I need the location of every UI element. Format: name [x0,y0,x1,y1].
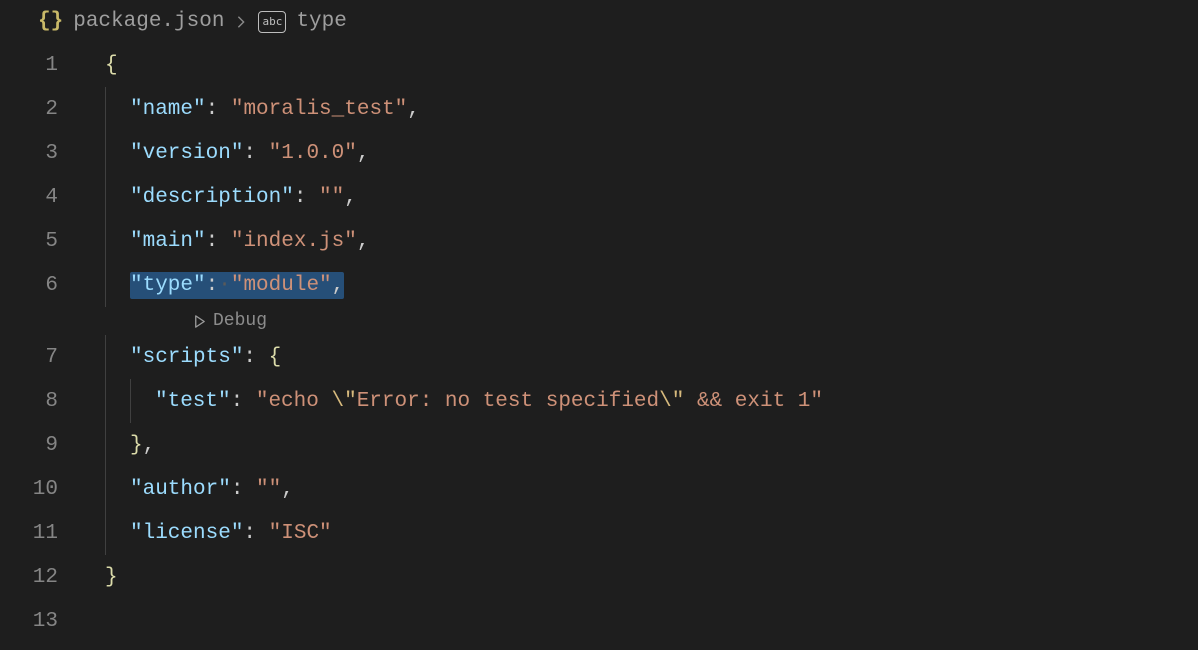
code-line[interactable]: 6 "type":·"module", [0,263,1198,307]
code-line[interactable]: 8 "test": "echo \"Error: no test specifi… [0,379,1198,423]
indent-guide [105,335,130,379]
line-number: 1 [0,54,80,77]
indent-guide [105,263,130,307]
chevron-right-icon [234,15,248,29]
code-line[interactable]: 2 "name": "moralis_test", [0,87,1198,131]
codelens[interactable]: Debug [0,307,1198,335]
code-line[interactable]: 5 "main": "index.js", [0,219,1198,263]
breadcrumb-file[interactable]: package.json [73,10,224,33]
code-line[interactable]: 3 "version": "1.0.0", [0,131,1198,175]
line-number: 12 [0,566,80,589]
line-number: 6 [0,274,80,297]
indent-guide [105,511,130,555]
indent-guide [130,379,155,423]
code-line[interactable]: 7 "scripts": { [0,335,1198,379]
code-line[interactable]: 12 } [0,555,1198,599]
code-line[interactable]: 4 "description": "", [0,175,1198,219]
string-symbol-icon: abc [258,11,286,33]
line-number: 4 [0,186,80,209]
play-icon [192,314,207,329]
indent-guide [105,467,130,511]
line-number: 9 [0,434,80,457]
line-number: 13 [0,610,80,633]
indent-guide [105,131,130,175]
indent-guide [105,379,130,423]
code-editor[interactable]: 1 { 2 "name": "moralis_test", 3 "version… [0,39,1198,643]
codelens-debug-label[interactable]: Debug [213,311,267,331]
breadcrumb: {} package.json abc type [0,0,1198,39]
line-number: 2 [0,98,80,121]
code-line[interactable]: 11 "license": "ISC" [0,511,1198,555]
line-number: 8 [0,390,80,413]
code-line[interactable]: 1 { [0,43,1198,87]
code-line[interactable]: 9 }, [0,423,1198,467]
indent-guide [105,175,130,219]
code-line[interactable]: 10 "author": "", [0,467,1198,511]
line-number: 11 [0,522,80,545]
indent-guide [105,423,130,467]
json-file-icon: {} [38,10,63,33]
indent-guide [105,219,130,263]
selection-highlight: "type":·"module", [130,272,344,299]
line-number: 5 [0,230,80,253]
line-number: 3 [0,142,80,165]
code-line[interactable]: 13 [0,599,1198,643]
line-number: 7 [0,346,80,369]
brace-open: { [105,54,118,77]
breadcrumb-symbol[interactable]: type [296,10,346,33]
indent-guide [105,87,130,131]
line-number: 10 [0,478,80,501]
